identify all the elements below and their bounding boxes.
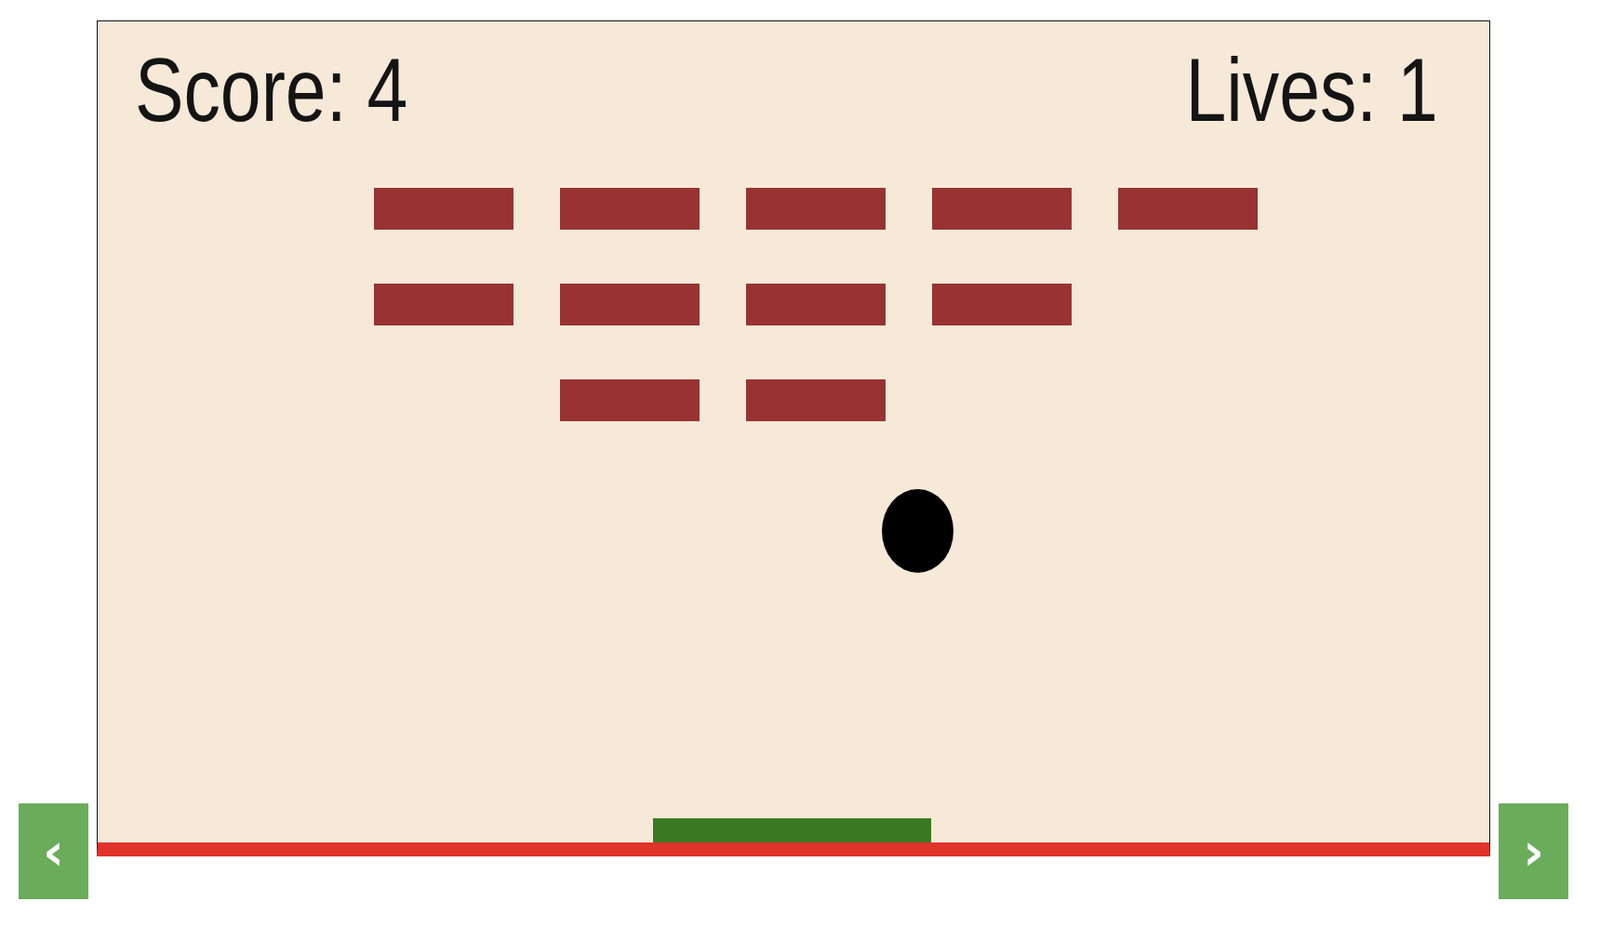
score-label: Score: 4 <box>134 45 408 135</box>
page: ‹ Score: 4 Lives: 1 › <box>0 0 1600 928</box>
brick <box>373 283 514 326</box>
brick <box>746 379 886 422</box>
brick <box>560 283 700 326</box>
brick-grid <box>97 187 1490 422</box>
brick <box>932 187 1072 230</box>
brick <box>373 187 514 230</box>
previous-button[interactable]: ‹ <box>18 803 89 900</box>
next-button[interactable]: › <box>1498 803 1569 900</box>
brick <box>932 283 1072 326</box>
paddle[interactable] <box>653 818 932 843</box>
lives-label: Lives: 1 <box>1186 45 1439 135</box>
hud: Score: 4 Lives: 1 <box>97 21 1490 135</box>
brick <box>746 187 886 230</box>
brick <box>560 187 700 230</box>
ball <box>881 489 954 574</box>
brick <box>746 283 886 326</box>
brick <box>560 379 700 422</box>
game-canvas[interactable]: Score: 4 Lives: 1 <box>96 20 1491 857</box>
brick <box>1118 187 1258 230</box>
